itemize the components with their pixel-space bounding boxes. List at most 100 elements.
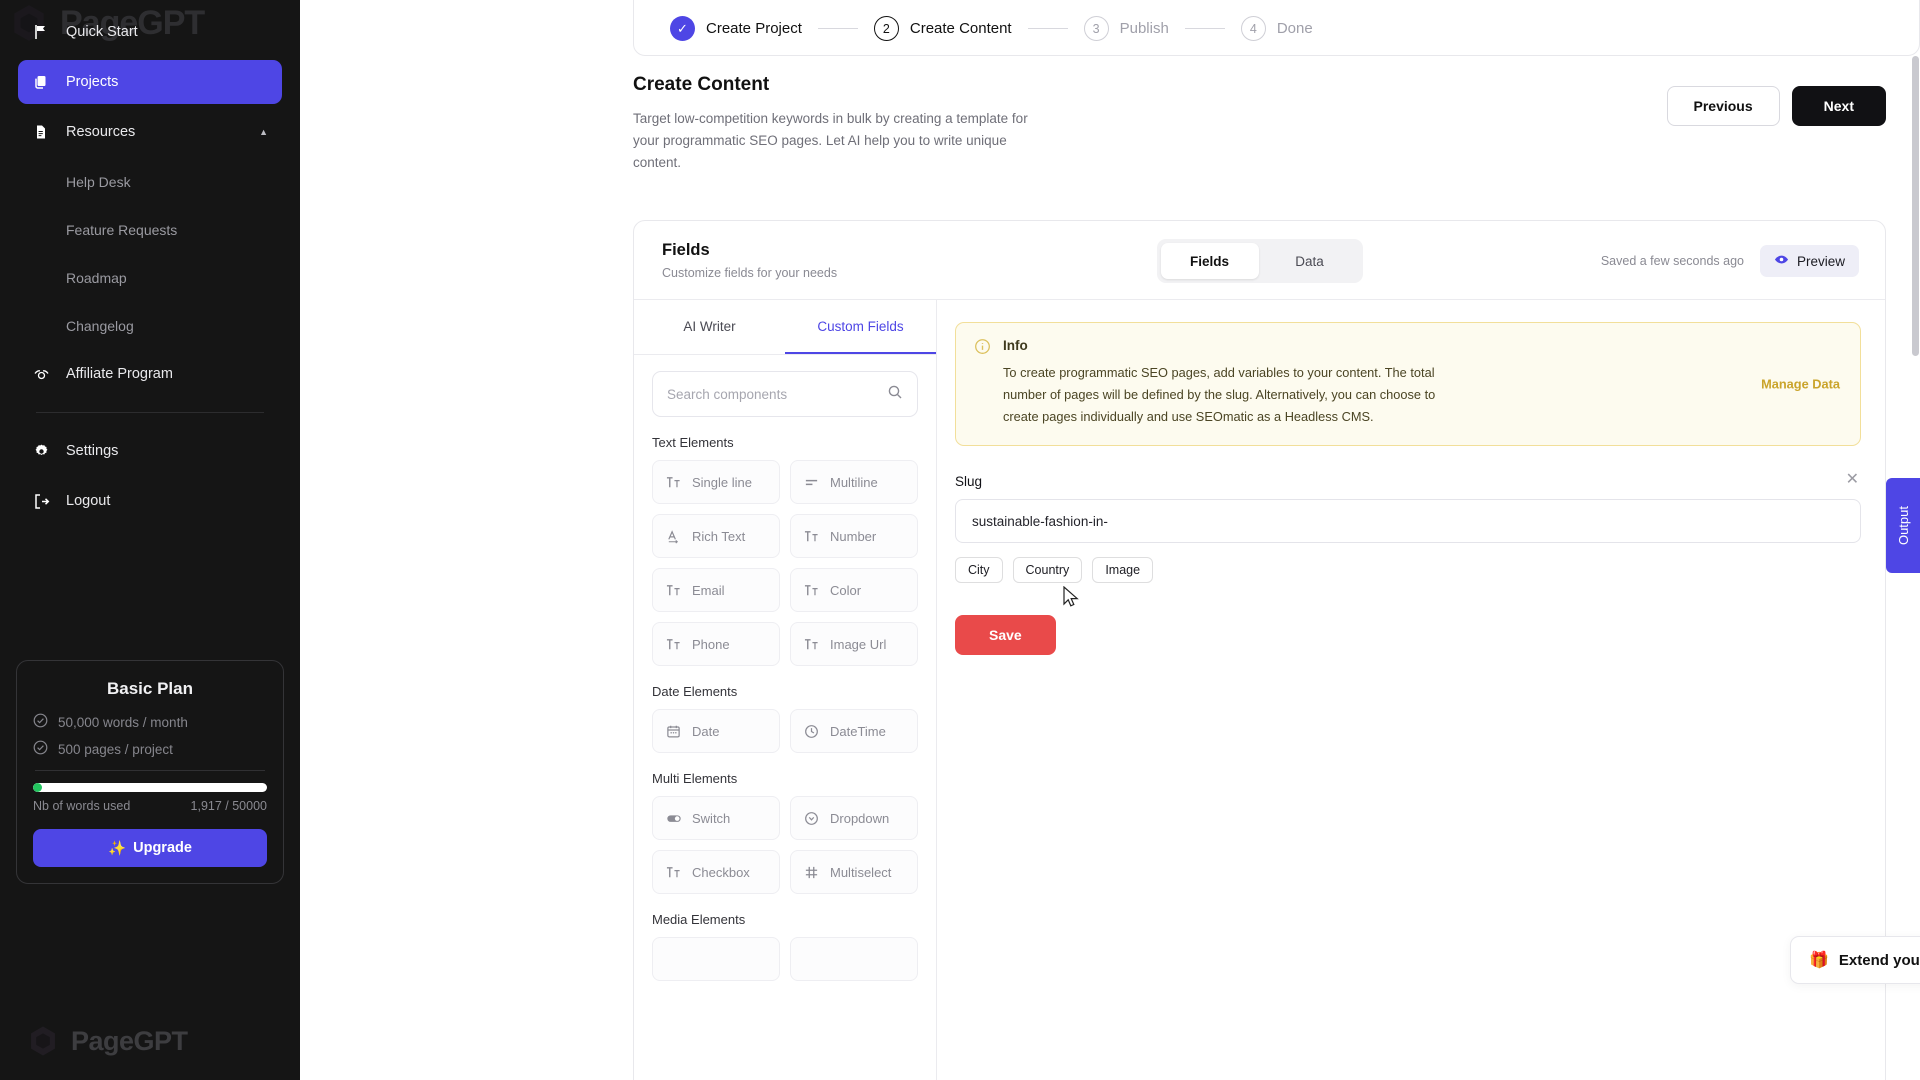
chip-country[interactable]: Country — [1012, 557, 1083, 583]
sidebar-item-affiliate-program[interactable]: Affiliate Program — [18, 352, 282, 396]
upgrade-button[interactable]: ✨ Upgrade — [33, 829, 267, 867]
component-color[interactable]: Color — [790, 568, 918, 612]
slug-input[interactable] — [955, 499, 1861, 543]
step-create-content[interactable]: 2 Create Content — [873, 16, 1012, 41]
fields-card: Fields Customize fields for your needs F… — [633, 220, 1886, 1080]
component-checkbox[interactable]: Checkbox — [652, 850, 780, 894]
manage-data-link[interactable]: Manage Data — [1761, 377, 1840, 392]
step-create-project[interactable]: ✓ Create Project — [670, 16, 802, 41]
handshake-icon — [32, 365, 50, 383]
gift-icon: 🎁 — [1809, 952, 1829, 969]
component-rich-text[interactable]: Rich Text — [652, 514, 780, 558]
slug-field-label: Slug — [955, 474, 983, 489]
step-label: Create Project — [706, 20, 802, 37]
sidebar-item-changelog[interactable]: Changelog — [18, 304, 282, 348]
sidebar-item-help-desk[interactable]: Help Desk — [18, 160, 282, 204]
tab-custom-fields[interactable]: Custom Fields — [785, 300, 936, 354]
tab-fields[interactable]: Fields — [1160, 243, 1259, 279]
component-label: Image Url — [830, 636, 887, 652]
check-icon: ✓ — [670, 16, 695, 41]
plan-usage-label: Nb of words used — [33, 799, 131, 813]
component-number[interactable]: Number — [790, 514, 918, 558]
step-number: 4 — [1240, 16, 1266, 41]
extend-trial-banner[interactable]: 🎁 Extend your free trial ︿ — [1790, 936, 1920, 984]
component-image-url[interactable]: Image Url — [790, 622, 918, 666]
preview-button[interactable]: Preview — [1759, 245, 1859, 277]
text-size-icon — [665, 864, 682, 881]
sidebar-item-logout[interactable]: Logout — [18, 479, 282, 523]
step-publish[interactable]: 3 Publish — [1083, 16, 1169, 41]
fields-card-titles: Fields Customize fields for your needs — [662, 241, 837, 280]
scrollbar-thumb[interactable] — [1912, 56, 1919, 356]
sidebar-item-label: Projects — [66, 74, 119, 90]
tab-data[interactable]: Data — [1261, 243, 1359, 279]
sidebar-item-projects[interactable]: Projects — [18, 60, 282, 104]
plan-usage-value: 1,917 / 50000 — [190, 799, 267, 813]
sidebar-item-feature-requests[interactable]: Feature Requests — [18, 208, 282, 252]
chip-image[interactable]: Image — [1092, 557, 1154, 583]
step-connector — [817, 27, 858, 30]
step-connector — [1184, 27, 1225, 30]
tab-ai-writer[interactable]: AI Writer — [634, 300, 785, 354]
sidebar-item-label: Settings — [66, 443, 119, 459]
wizard-buttons: Previous Next — [1666, 86, 1886, 126]
component-media-placeholder[interactable] — [790, 937, 918, 981]
sidebar-item-label: Quick Start — [66, 24, 138, 40]
sidebar-item-resources[interactable]: Resources ▲ — [18, 110, 282, 154]
close-icon[interactable]: ✕ — [1846, 472, 1859, 488]
step-number: 2 — [873, 16, 899, 41]
fields-card-header: Fields Customize fields for your needs F… — [634, 221, 1885, 299]
step-done[interactable]: 4 Done — [1240, 16, 1313, 41]
component-label: Rich Text — [692, 528, 746, 544]
component-multiselect[interactable]: Multiselect — [790, 850, 918, 894]
chevron-circle-icon — [803, 810, 820, 827]
component-multiline[interactable]: Multiline — [790, 460, 918, 504]
component-switch[interactable]: Switch — [652, 796, 780, 840]
chevron-up-icon: ▲ — [259, 127, 268, 137]
field-editor: Info To create programmatic SEO pages, a… — [937, 300, 1885, 1080]
search-icon — [887, 384, 903, 405]
previous-button[interactable]: Previous — [1666, 86, 1780, 126]
group-title-multi-elements: Multi Elements — [652, 771, 738, 786]
plan-usage: Nb of words used 1,917 / 50000 — [33, 799, 267, 813]
plan-feature-label: 500 pages / project — [58, 741, 173, 757]
sidebar-item-settings[interactable]: Settings — [18, 429, 282, 473]
component-label: Email — [692, 582, 725, 598]
slug-variable-chips: City Country Image — [955, 557, 1861, 583]
component-media-placeholder[interactable] — [652, 937, 780, 981]
clock-icon — [803, 723, 820, 740]
slug-field-block: Slug ✕ City Country Image Save — [955, 472, 1861, 655]
component-label: DateTime — [830, 723, 886, 739]
info-banner: Info To create programmatic SEO pages, a… — [955, 322, 1861, 446]
fields-header-right: Saved a few seconds ago Preview — [1601, 245, 1859, 277]
group-title-media-elements: Media Elements — [652, 912, 746, 927]
component-label: Dropdown — [830, 810, 890, 826]
component-dropdown[interactable]: Dropdown — [790, 796, 918, 840]
check-circle-icon — [33, 740, 48, 758]
component-datetime[interactable]: DateTime — [790, 709, 918, 753]
text-size-icon — [803, 528, 820, 545]
component-email[interactable]: Email — [652, 568, 780, 612]
group-text-elements: Single line Multiline Rich Text Number E… — [634, 460, 936, 666]
file-icon — [32, 123, 50, 141]
step-label: Publish — [1119, 20, 1169, 37]
sidebar-item-quick-start[interactable]: Quick Start — [18, 10, 282, 54]
search-input[interactable] — [667, 386, 879, 402]
component-single-line[interactable]: Single line — [652, 460, 780, 504]
component-date[interactable]: Date — [652, 709, 780, 753]
component-label: Switch — [692, 810, 731, 826]
component-label: Color — [830, 582, 862, 598]
search-components-box[interactable] — [652, 371, 918, 417]
fields-data-toggle: Fields Data — [1156, 239, 1363, 283]
component-label: Multiselect — [830, 864, 892, 880]
sidebar-logo-text: PageGPT — [71, 1025, 188, 1056]
gear-icon — [32, 442, 50, 460]
chip-city[interactable]: City — [955, 557, 1003, 583]
component-phone[interactable]: Phone — [652, 622, 780, 666]
sidebar-item-roadmap[interactable]: Roadmap — [18, 256, 282, 300]
component-label: Single line — [692, 474, 752, 490]
next-button[interactable]: Next — [1791, 86, 1886, 126]
stepper-steps: ✓ Create Project 2 Create Content 3 Publ… — [670, 16, 1313, 41]
pagegpt-hex-icon — [31, 1026, 55, 1056]
save-button[interactable]: Save — [955, 615, 1056, 655]
